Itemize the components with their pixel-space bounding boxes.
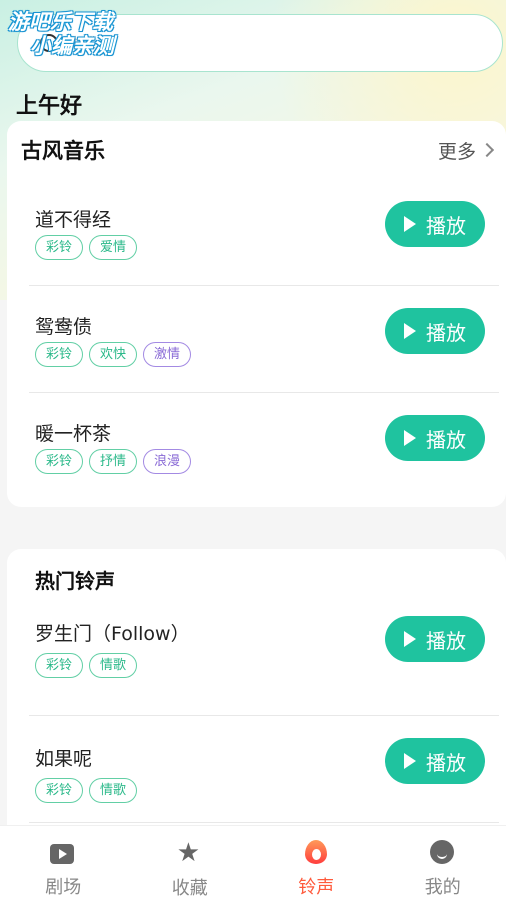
star-icon: ★ — [176, 838, 201, 868]
tag: 彩铃 — [35, 653, 84, 678]
song-title: 暖一杯茶 — [35, 423, 112, 445]
tab-label: 剧场 — [45, 877, 82, 898]
section-header: 古风音乐 更多 — [7, 121, 506, 179]
tab-label: 收藏 — [171, 878, 208, 899]
profile-icon — [429, 840, 454, 864]
play-button[interactable]: 播放 — [385, 738, 485, 784]
section-header: 热门铃声 — [7, 549, 506, 609]
tab-theater[interactable]: 剧场 — [0, 826, 127, 899]
tag: 情歌 — [89, 653, 138, 678]
flame-icon — [305, 840, 328, 864]
play-button[interactable]: 播放 — [385, 201, 485, 247]
tag: 激情 — [143, 342, 192, 367]
section-ancient-music: 古风音乐 更多 道不得经 彩铃 爱情 播放 鸳鸯债 彩铃 欢快 激情 播放 暖一… — [7, 121, 506, 507]
tab-label: 我的 — [424, 877, 461, 898]
list-item[interactable]: 鸳鸯债 彩铃 欢快 激情 播放 — [29, 286, 499, 393]
play-icon — [404, 216, 416, 232]
tag: 浪漫 — [143, 449, 192, 474]
tab-ringtones[interactable]: 铃声 — [253, 826, 380, 899]
tag: 欢快 — [89, 342, 138, 367]
section-title: 热门铃声 — [35, 568, 115, 593]
play-label: 播放 — [426, 427, 466, 452]
play-button[interactable]: 播放 — [385, 308, 485, 354]
song-title: 如果呢 — [35, 748, 93, 770]
play-button[interactable]: 播放 — [385, 616, 485, 662]
song-title: 鸳鸯债 — [35, 316, 93, 338]
play-label: 播放 — [426, 750, 466, 775]
tag: 情歌 — [89, 778, 138, 803]
chevron-right-icon — [479, 142, 495, 158]
tag: 彩铃 — [35, 342, 84, 367]
list-item[interactable]: 罗生门（Follow） 彩铃 情歌 播放 — [29, 609, 499, 716]
list-item[interactable]: 如果呢 彩铃 情歌 播放 — [29, 716, 499, 823]
tag: 彩铃 — [35, 778, 84, 803]
play-icon — [404, 631, 416, 647]
song-title: 罗生门（Follow） — [35, 623, 190, 645]
tag: 爱情 — [89, 235, 138, 260]
watermark-line-1: 游吧乐下载 — [8, 10, 113, 34]
tag: 彩铃 — [35, 449, 84, 474]
tab-label: 铃声 — [298, 877, 335, 898]
list-item[interactable]: 暖一杯茶 彩铃 抒情 浪漫 播放 — [29, 393, 499, 500]
play-button[interactable]: 播放 — [385, 415, 485, 461]
section-hot-ringtones: 热门铃声 罗生门（Follow） 彩铃 情歌 播放 如果呢 彩铃 情歌 播放 — [7, 549, 506, 849]
tag: 彩铃 — [35, 235, 84, 260]
more-label: 更多 — [437, 140, 476, 163]
tab-favorites[interactable]: ★ 收藏 — [127, 826, 254, 899]
song-title: 道不得经 — [35, 209, 112, 231]
more-link[interactable]: 更多 — [437, 137, 495, 164]
tab-profile[interactable]: 我的 — [380, 826, 506, 899]
list-item[interactable]: 道不得经 彩铃 爱情 播放 — [29, 179, 499, 286]
play-label: 播放 — [426, 628, 466, 653]
bottom-tab-bar: 剧场 ★ 收藏 铃声 我的 — [0, 825, 506, 899]
play-label: 播放 — [426, 213, 466, 238]
tag: 抒情 — [89, 449, 138, 474]
watermark: 游吧乐下载 小编亲测 — [8, 10, 114, 58]
section-title: 古风音乐 — [21, 139, 105, 163]
play-label: 播放 — [426, 320, 466, 345]
play-icon — [404, 323, 416, 339]
play-icon — [404, 430, 416, 446]
watermark-line-2: 小编亲测 — [30, 34, 114, 58]
greeting: 上午好 — [16, 94, 83, 119]
play-icon — [404, 753, 416, 769]
tv-icon — [50, 844, 75, 864]
